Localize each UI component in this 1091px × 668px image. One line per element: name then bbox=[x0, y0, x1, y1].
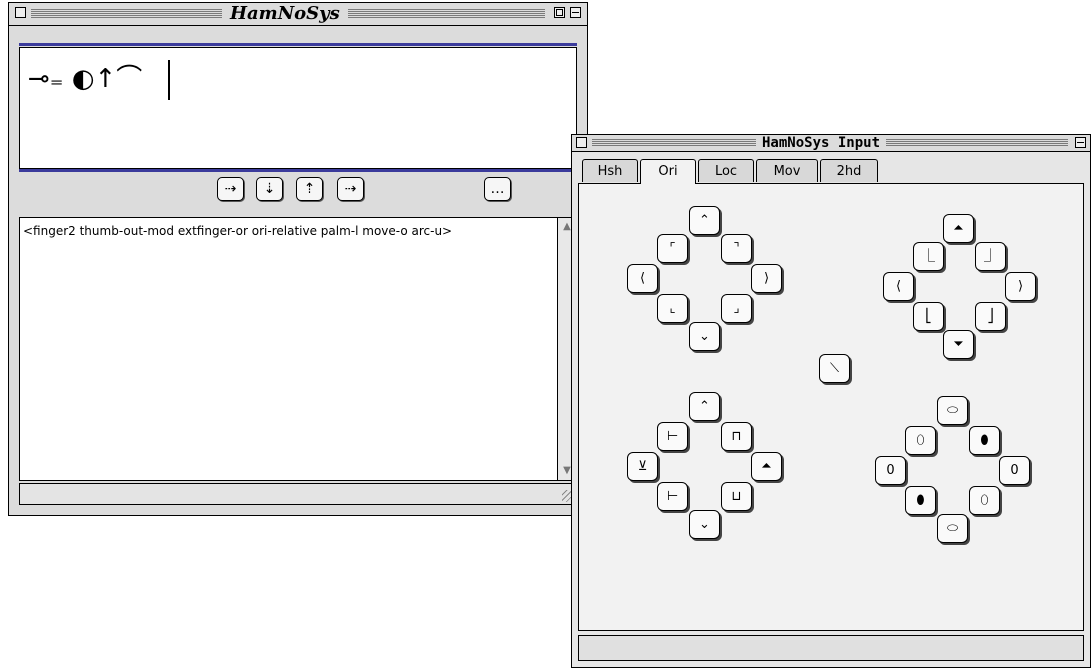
close-box-icon[interactable] bbox=[15, 7, 26, 18]
tab-bar: Hsh Ori Loc Mov 2hd bbox=[578, 159, 1084, 184]
ori-front-down-right-button[interactable]: ⎦ bbox=[975, 302, 1006, 331]
ori-front-down-button[interactable]: ⏷ bbox=[943, 330, 974, 359]
tab-ori[interactable]: Ori bbox=[640, 159, 696, 184]
notation-description-text: <finger2 thumb-out-mod extfinger-or ori-… bbox=[23, 224, 453, 238]
tab-loc[interactable]: Loc bbox=[698, 159, 754, 182]
ori-up-left-button[interactable]: ⌜ bbox=[657, 234, 688, 263]
ori-circle-right-button[interactable]: 0 bbox=[999, 456, 1030, 485]
ori-palm-down-left-button[interactable]: ⊢ bbox=[657, 482, 688, 511]
ori-up-button[interactable]: ⌃ bbox=[689, 206, 720, 235]
orientation-panel: ⌃ ⌜ ⌝ ⟨ ⟩ ⌞ ⌟ ⌄ ⏶ ⎿ ⏌ ⟨ ⟩ ⎣ ⎦ ⏷ ⟍ ⌃ ⊢ ⊓ … bbox=[578, 183, 1084, 631]
status-bar bbox=[19, 483, 577, 505]
ori-palm-up-left-button[interactable]: ⊢ bbox=[657, 422, 688, 451]
ori-circle-up-left-button[interactable]: ⬯ bbox=[905, 426, 936, 455]
ori-palm-up-right-button[interactable]: ⊓ bbox=[721, 422, 752, 451]
ori-front-down-left-button[interactable]: ⎣ bbox=[913, 302, 944, 331]
ori-circle-top-button[interactable]: ⬭ bbox=[937, 396, 968, 425]
notation-text-field[interactable]: <finger2 thumb-out-mod extfinger-or ori-… bbox=[19, 217, 577, 481]
insert-right-button[interactable]: ⇢ bbox=[217, 177, 244, 201]
hamnosys-notation-text: ⊸₌ ◐↑⌒ bbox=[28, 64, 143, 94]
text-caret bbox=[168, 60, 170, 100]
ori-front-up-left-button[interactable]: ⎿ bbox=[913, 242, 944, 271]
windowshade-box-icon[interactable] bbox=[570, 7, 581, 18]
tab-mov[interactable]: Mov bbox=[756, 159, 818, 182]
ori-circle-up-right-button[interactable]: ⬮ bbox=[969, 426, 1000, 455]
more-button[interactable]: … bbox=[484, 177, 511, 201]
ori-front-left-button[interactable]: ⟨ bbox=[883, 272, 914, 301]
ori-circle-bottom-button[interactable]: ⬭ bbox=[937, 514, 968, 543]
divider-line bbox=[19, 169, 577, 172]
tab-2hd[interactable]: 2hd bbox=[820, 159, 878, 182]
ori-palm-down-right-button[interactable]: ⊔ bbox=[721, 482, 752, 511]
input-window-title: HamNoSys Input bbox=[756, 135, 887, 151]
ori-circle-down-right-button[interactable]: ⬯ bbox=[969, 486, 1000, 515]
ori-right-button[interactable]: ⟩ bbox=[751, 264, 782, 293]
notation-edit-area[interactable]: ⊸₌ ◐↑⌒ bbox=[19, 47, 577, 169]
ori-palm-down-button[interactable]: ⌄ bbox=[689, 510, 720, 539]
ori-diagonal-button[interactable]: ⟍ bbox=[819, 354, 850, 383]
ori-front-up-button[interactable]: ⏶ bbox=[943, 214, 974, 243]
ori-palm-left-button[interactable]: ⊻ bbox=[627, 452, 658, 481]
tab-hsh[interactable]: Hsh bbox=[582, 159, 638, 182]
hamnosys-input-window: HamNoSys Input Hsh Ori Loc Mov 2hd ⌃ ⌜ ⌝… bbox=[571, 134, 1091, 668]
editor-window-title: HamNoSys bbox=[222, 3, 348, 25]
ori-palm-right-button[interactable]: ⏶ bbox=[751, 452, 782, 481]
palette-status-bar bbox=[578, 635, 1084, 661]
insert-down-button[interactable]: ⇣ bbox=[256, 177, 283, 201]
ori-palm-up-button[interactable]: ⌃ bbox=[689, 392, 720, 421]
windowshade-box-icon[interactable] bbox=[1075, 137, 1086, 148]
ori-front-right-button[interactable]: ⟩ bbox=[1005, 272, 1036, 301]
hamnosys-editor-window: HamNoSys ⊸₌ ◐↑⌒ ⇢ ⇣ ⇡ ⇢ … <finger2 thumb… bbox=[8, 2, 588, 516]
editor-title-bar[interactable]: HamNoSys bbox=[9, 3, 587, 26]
insert-after-button[interactable]: ⇢ bbox=[337, 177, 364, 201]
ori-down-left-button[interactable]: ⌞ bbox=[657, 294, 688, 323]
insert-up-button[interactable]: ⇡ bbox=[296, 177, 323, 201]
close-box-icon[interactable] bbox=[576, 137, 587, 148]
ori-down-button[interactable]: ⌄ bbox=[689, 322, 720, 351]
input-title-bar[interactable]: HamNoSys Input bbox=[572, 135, 1090, 152]
ori-left-button[interactable]: ⟨ bbox=[627, 264, 658, 293]
divider-line bbox=[19, 43, 577, 46]
ori-down-right-button[interactable]: ⌟ bbox=[721, 294, 752, 323]
ori-up-right-button[interactable]: ⌝ bbox=[721, 234, 752, 263]
zoom-box-icon[interactable] bbox=[554, 7, 565, 18]
ori-front-up-right-button[interactable]: ⏌ bbox=[975, 242, 1006, 271]
ori-circle-left-button[interactable]: 0 bbox=[875, 456, 906, 485]
ori-circle-down-left-button[interactable]: ⬮ bbox=[905, 486, 936, 515]
